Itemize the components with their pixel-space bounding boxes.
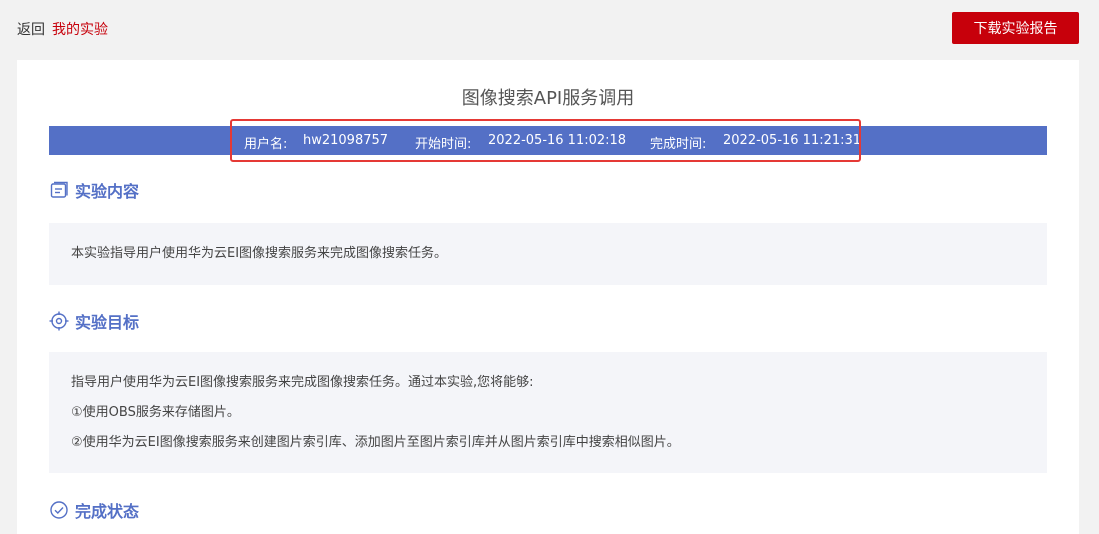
goal-line: 指导用户使用华为云EI图像搜索服务来完成图像搜索任务。通过本实验,您将能够: [71,375,534,390]
report-card: 图像搜索API服务调用 用户名: hw21098757 开始时间: 2022-0… [17,60,1079,534]
top-bar: 返回 我的实验 下载实验报告 [0,0,1099,56]
goal-line: ①使用OBS服务来存储图片。 [71,405,240,420]
section-content-heading: 实验内容 [49,178,139,202]
section-goal-heading: 实验目标 [49,309,139,333]
back-link[interactable]: 返回 [17,19,45,39]
check-circle-icon [49,500,69,520]
breadcrumb-my-experiments[interactable]: 我的实验 [52,19,108,39]
goal-line: ②使用华为云EI图像搜索服务来创建图片索引库、添加图片至图片索引库并从图片索引库… [71,435,680,450]
page-title: 图像搜索API服务调用 [461,88,635,109]
section-goal-title: 实验目标 [75,313,140,332]
download-report-button[interactable]: 下载实验报告 [952,12,1079,44]
highlight-box [230,119,861,162]
section-goal-box: 指导用户使用华为云EI图像搜索服务来完成图像搜索任务。通过本实验,您将能够: ①… [49,352,1047,473]
target-icon [49,311,69,331]
section-content-box: 本实验指导用户使用华为云EI图像搜索服务来完成图像搜索任务。 [49,223,1047,285]
section-content-title: 实验内容 [75,182,140,201]
content-description: 本实验指导用户使用华为云EI图像搜索服务来完成图像搜索任务。 [71,246,448,261]
section-status-heading: 完成状态 [49,498,139,522]
document-icon [49,180,69,200]
section-status-title: 完成状态 [75,502,140,521]
